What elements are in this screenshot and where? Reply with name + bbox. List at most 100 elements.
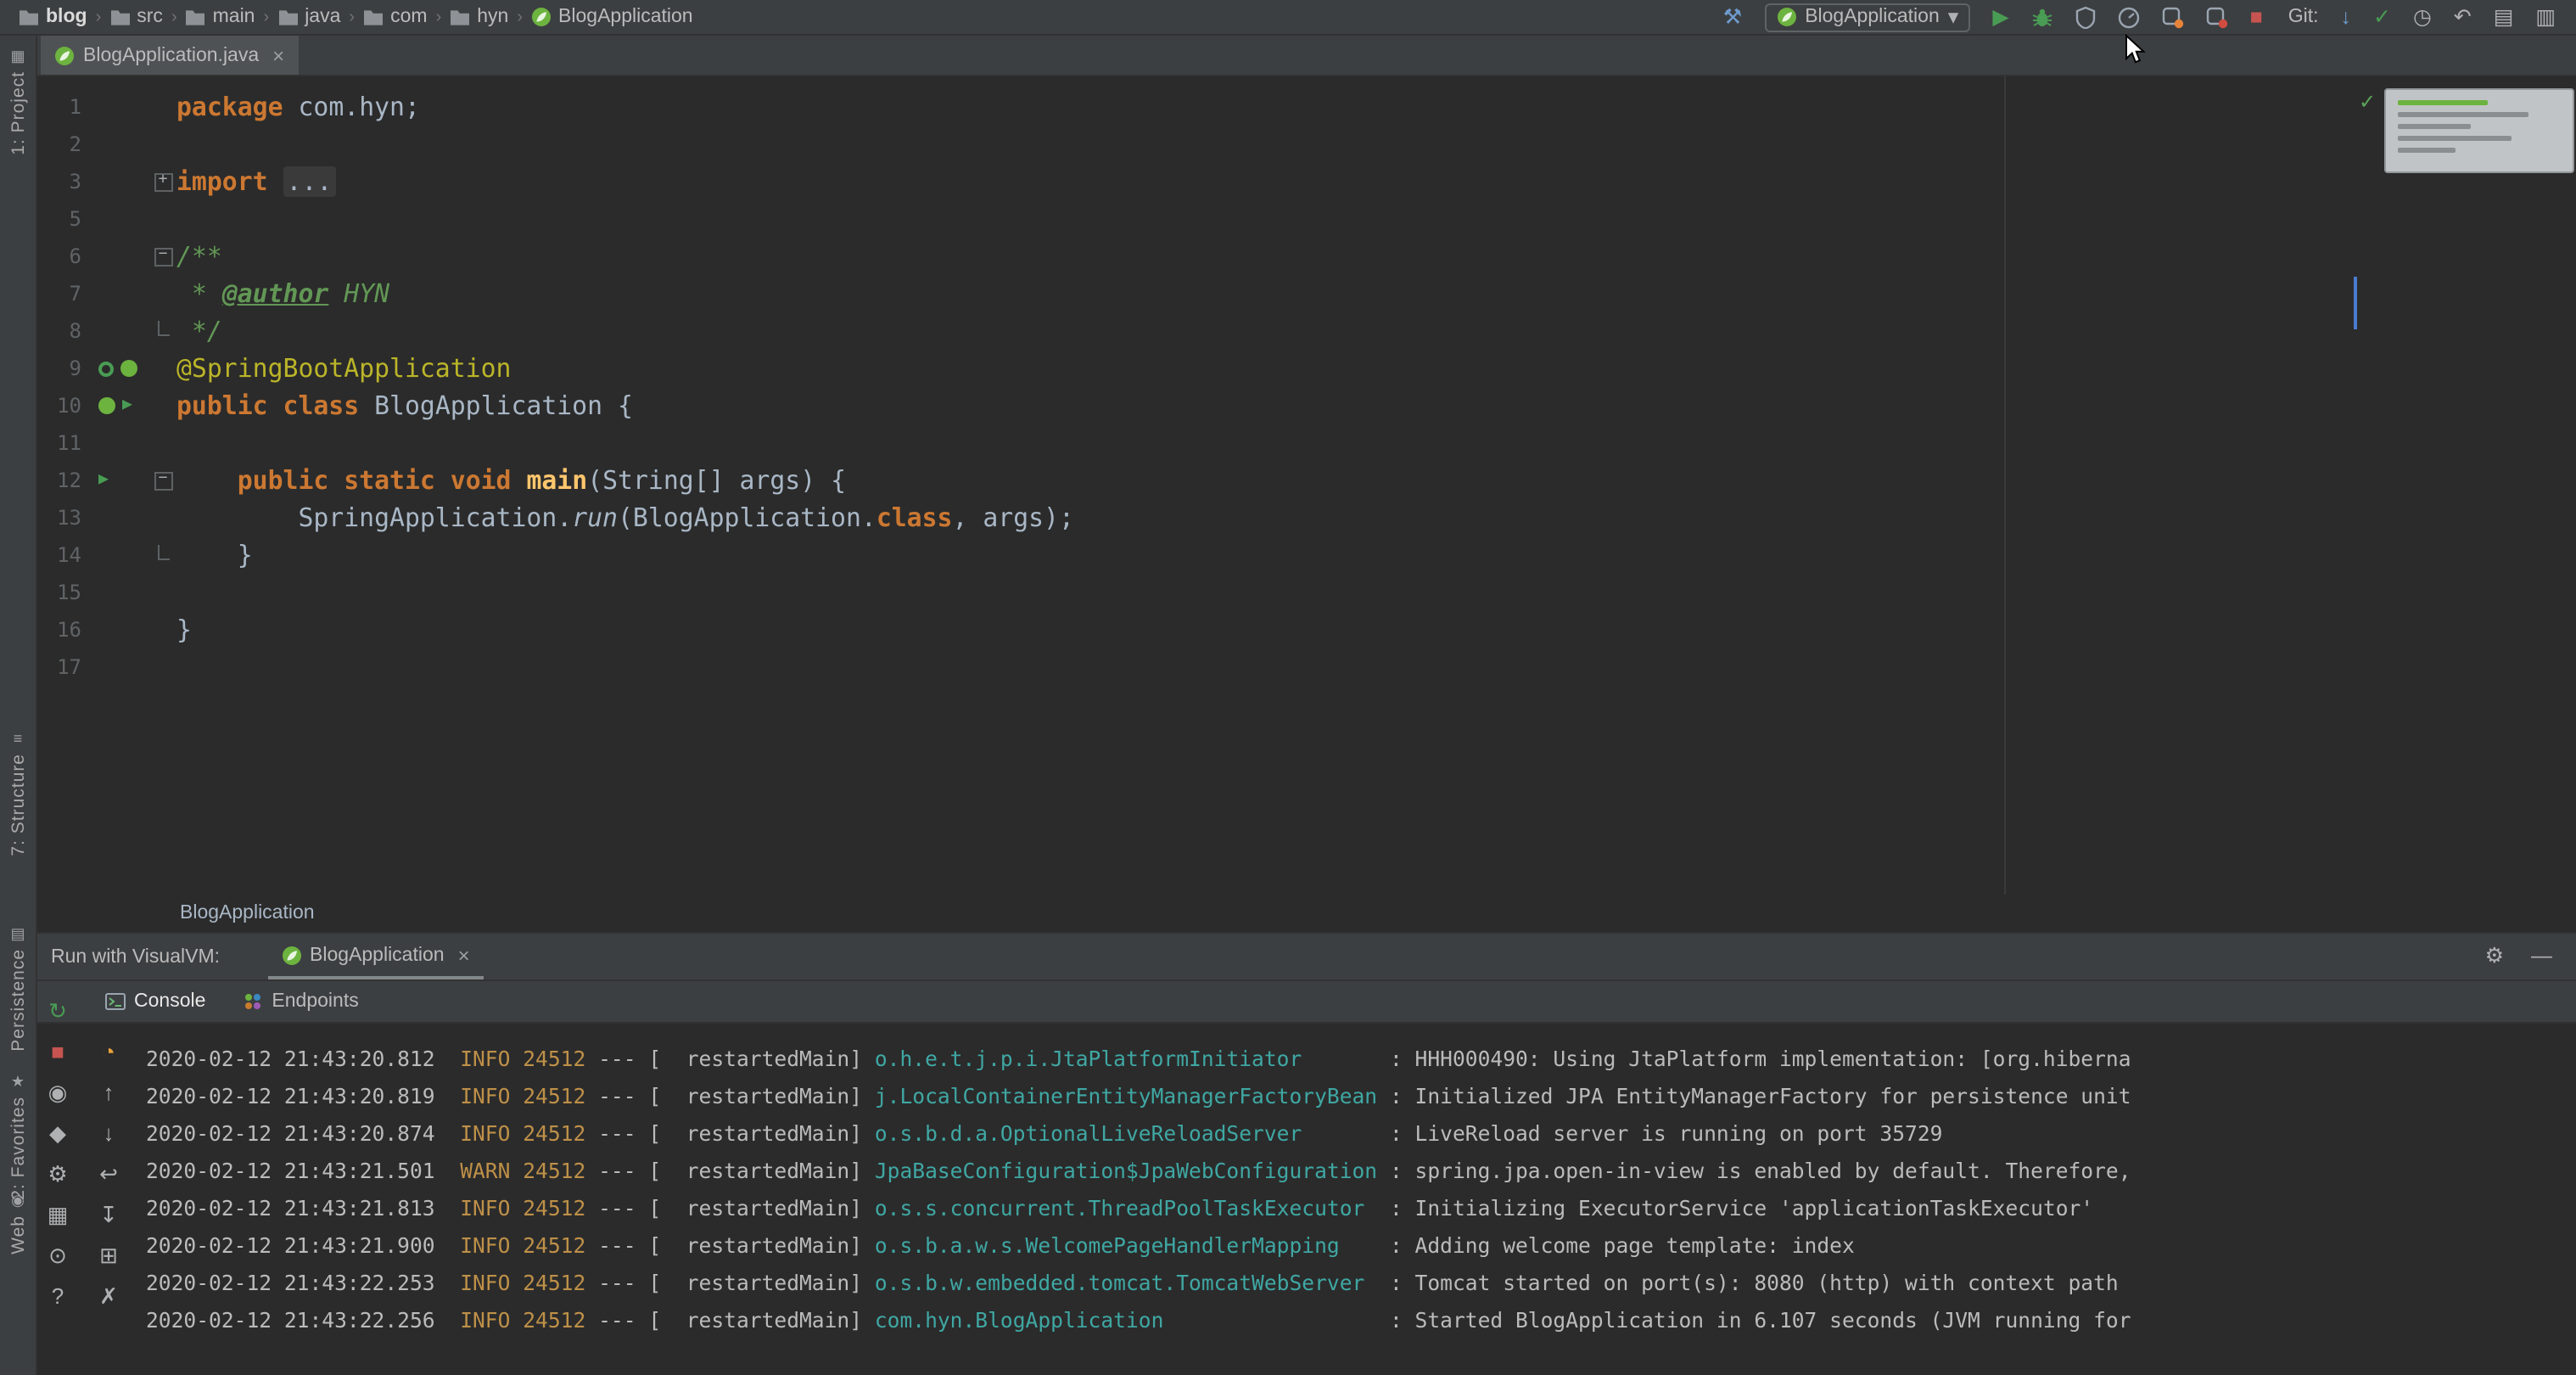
breadcrumb-label: BlogApplication xyxy=(558,7,693,27)
coverage-button[interactable] xyxy=(2075,6,2096,28)
run-tool-window: Run with VisualVM: BlogApplication × ⚙ —… xyxy=(37,932,2576,1375)
ide-window: blog›src›main›java›com›hyn›BlogApplicati… xyxy=(0,0,2576,1375)
clear-all-icon[interactable]: ✗ xyxy=(96,1283,121,1309)
persistence-icon: ▤ xyxy=(10,927,25,942)
line-number[interactable]: 15 xyxy=(37,574,81,611)
tool-button-persistence[interactable]: ▤Persistence xyxy=(0,927,36,1052)
fold-marker xyxy=(149,126,176,163)
help-icon[interactable]: ? xyxy=(45,1283,70,1309)
line-number[interactable]: 8 xyxy=(37,312,81,350)
build-icon[interactable]: ⚒ xyxy=(1723,7,1742,28)
stop-button[interactable]: ■ xyxy=(2250,7,2263,28)
preview-line xyxy=(2398,124,2471,128)
pin-icon[interactable]: ⊙ xyxy=(45,1243,70,1268)
git-update-icon[interactable]: ↓ xyxy=(2340,7,2351,28)
git-rollback-icon[interactable]: ↶ xyxy=(2454,7,2472,28)
line-number[interactable]: 7 xyxy=(37,275,81,312)
view-tab-endpoints[interactable]: Endpoints xyxy=(243,991,358,1012)
restore-layout-icon[interactable]: ▦ xyxy=(45,1202,70,1227)
breadcrumb-item[interactable]: com xyxy=(358,5,432,29)
line-number[interactable]: 3 xyxy=(37,163,81,200)
line-number[interactable]: 5 xyxy=(37,200,81,238)
fold-marker xyxy=(149,648,176,686)
view-tab-console[interactable]: Console xyxy=(105,991,205,1012)
run-line-icon[interactable]: ▶ xyxy=(98,472,109,489)
print-icon[interactable]: ⊞ xyxy=(96,1243,121,1268)
run-tab[interactable]: BlogApplication × xyxy=(267,934,484,979)
stop-icon[interactable]: ■ xyxy=(45,1039,70,1064)
soft-wrap-icon[interactable]: ↩ xyxy=(96,1161,121,1187)
fold-marker[interactable] xyxy=(149,238,176,275)
breadcrumb-item[interactable]: java xyxy=(272,5,345,29)
line-number[interactable]: 9 xyxy=(37,350,81,387)
gutter-icons xyxy=(81,611,149,648)
minimize-icon[interactable]: — xyxy=(2531,946,2552,968)
tool-button-structure[interactable]: ≡7: Structure xyxy=(0,732,36,856)
editor-tab[interactable]: BlogApplication.java × xyxy=(41,36,298,75)
run-config-selector[interactable]: BlogApplication ▾ xyxy=(1764,3,1970,31)
gutter-icons: ▶ xyxy=(81,462,149,499)
breadcrumb-item[interactable]: BlogApplication xyxy=(526,5,698,29)
console-output[interactable]: 2020-02-12 21:43:20.812 INFO 24512 --- [… xyxy=(146,1025,2576,1375)
hide-panels-icon[interactable]: ▥ xyxy=(2535,7,2556,28)
fold-marker[interactable] xyxy=(149,312,176,350)
run-line-icon[interactable]: ▶ xyxy=(122,397,132,414)
code-text: } xyxy=(176,536,253,574)
close-icon[interactable]: × xyxy=(458,943,470,967)
down-stack-icon[interactable]: ↓ xyxy=(96,1120,121,1146)
rerun-icon[interactable]: ↻ xyxy=(45,998,70,1024)
fold-marker[interactable] xyxy=(149,163,176,200)
heap-dump-icon[interactable]: ◆ xyxy=(45,1120,70,1146)
line-number[interactable]: 11 xyxy=(37,424,81,462)
visualvm-icon[interactable]: ◔ xyxy=(96,1039,121,1064)
up-stack-icon[interactable]: ↑ xyxy=(96,1080,121,1105)
line-number[interactable]: 17 xyxy=(37,648,81,686)
folder-icon xyxy=(186,8,206,26)
breadcrumb-label: src xyxy=(137,7,163,27)
run-with-profiler-icon[interactable] xyxy=(2162,6,2184,28)
git-history-icon[interactable]: ◷ xyxy=(2413,7,2432,28)
profiler-button[interactable] xyxy=(2118,6,2140,28)
line-number[interactable]: 6 xyxy=(37,238,81,275)
breadcrumb-item[interactable]: hyn xyxy=(445,5,513,29)
spring-leaf-icon xyxy=(281,945,301,965)
thread-dump-icon[interactable]: ◉ xyxy=(45,1080,70,1105)
line-number[interactable]: 2 xyxy=(37,126,81,163)
debug-button[interactable] xyxy=(2031,6,2053,28)
editor-code-area[interactable]: 1package com.hyn;23import ...56/**7 * @a… xyxy=(37,88,2576,686)
fold-marker xyxy=(149,275,176,312)
spring-bean-icon[interactable] xyxy=(98,397,115,414)
breadcrumb-class[interactable]: BlogApplication xyxy=(180,903,315,923)
scroll-to-end-icon[interactable]: ↧ xyxy=(96,1202,121,1227)
line-number[interactable]: 16 xyxy=(37,611,81,648)
line-number[interactable]: 10 xyxy=(37,387,81,424)
folder-icon xyxy=(19,8,39,26)
folder-icon xyxy=(109,8,130,26)
editor-pane[interactable]: 1package com.hyn;23import ...56/**7 * @a… xyxy=(37,76,2576,895)
close-icon[interactable]: × xyxy=(272,43,284,67)
line-number[interactable]: 14 xyxy=(37,536,81,574)
bean-icon[interactable] xyxy=(98,361,114,376)
editor-line: 17 xyxy=(37,648,2576,686)
settings-icon[interactable]: ⚙ xyxy=(45,1161,70,1187)
gutter-icons xyxy=(81,88,149,126)
breadcrumb-item[interactable]: main xyxy=(181,5,260,29)
breadcrumb-item[interactable]: src xyxy=(104,5,168,29)
line-number[interactable]: 12 xyxy=(37,462,81,499)
line-number[interactable]: 1 xyxy=(37,88,81,126)
run-with-visualvm-icon[interactable] xyxy=(2206,6,2228,28)
run-tab-label: BlogApplication xyxy=(310,945,445,965)
breadcrumb-item[interactable]: blog xyxy=(14,5,92,29)
tool-button-project[interactable]: ▦1: Project xyxy=(0,49,36,155)
run-button[interactable]: ▶ xyxy=(1992,7,2008,28)
tool-button-favorites[interactable]: ★2: Favorites xyxy=(0,1075,36,1200)
gear-icon[interactable]: ⚙ xyxy=(2485,946,2504,968)
fold-marker[interactable] xyxy=(149,462,176,499)
inspections-ok-icon[interactable]: ✓ xyxy=(2359,90,2376,114)
fold-marker[interactable] xyxy=(149,536,176,574)
line-number[interactable]: 13 xyxy=(37,499,81,536)
spring-bean-icon[interactable] xyxy=(120,360,137,377)
git-commit-icon[interactable]: ✓ xyxy=(2373,7,2391,28)
tool-button-web[interactable]: ◉Web xyxy=(0,1193,36,1254)
window-layout-icon[interactable]: ▤ xyxy=(2494,7,2514,28)
